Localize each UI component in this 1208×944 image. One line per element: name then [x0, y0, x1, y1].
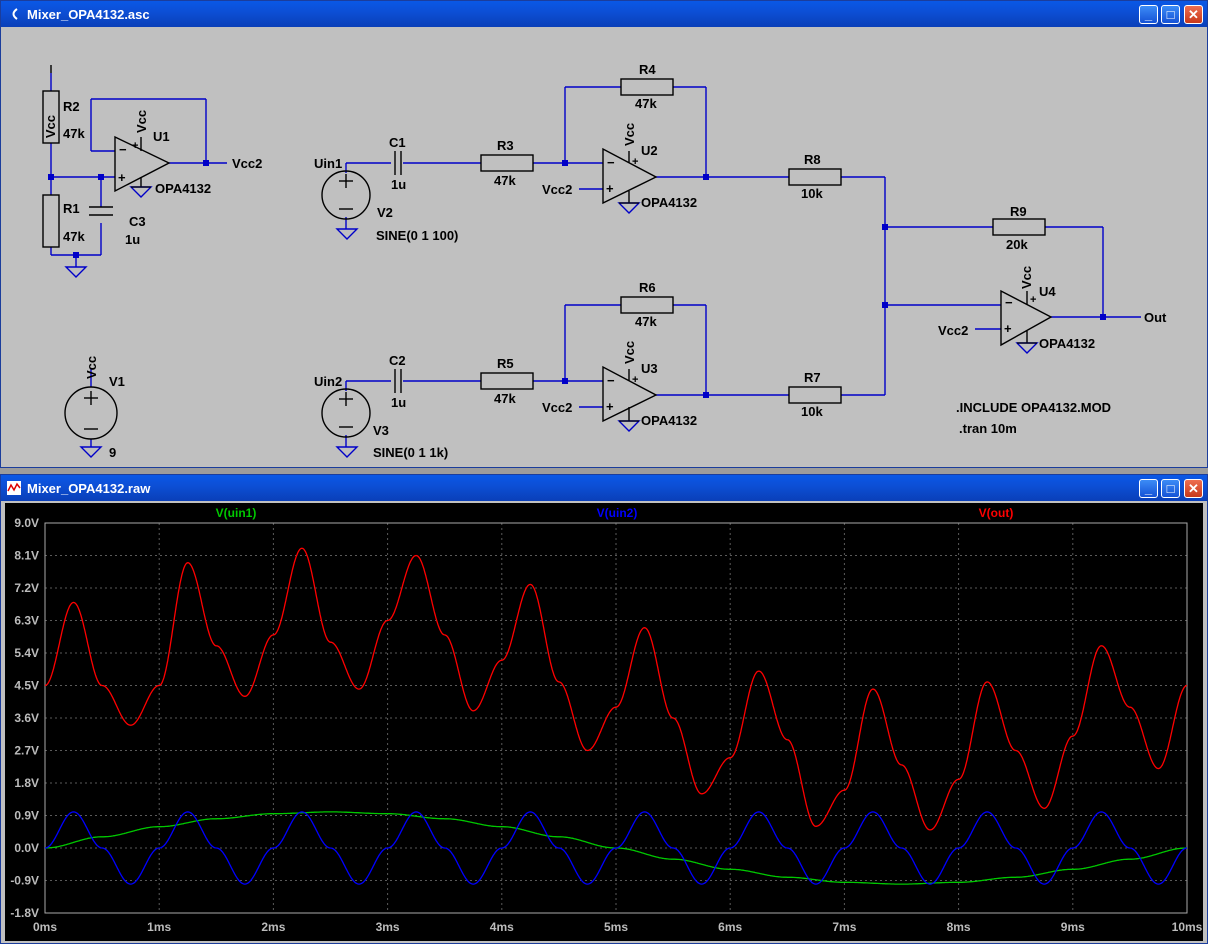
u3-vcc-label: Vcc — [622, 341, 637, 364]
y-tick-label: 1.8V — [14, 776, 39, 790]
v3-value: SINE(0 1 1k) — [373, 445, 448, 460]
u2-model-label: OPA4132 — [641, 195, 697, 210]
v1-label: V1 — [109, 374, 125, 389]
c3-label: C3 — [129, 214, 146, 229]
v1-vcc-label: Vcc — [84, 356, 99, 379]
legend-label-v-uin2-[interactable]: V(uin2) — [597, 506, 638, 520]
r4-value: 47k — [635, 96, 657, 111]
c2-label: C2 — [389, 353, 406, 368]
x-tick-label: 9ms — [1061, 920, 1085, 934]
r6-label: R6 — [639, 280, 656, 295]
v1-value: 9 — [109, 445, 116, 460]
x-tick-label: 5ms — [604, 920, 628, 934]
u1-vcc-label: Vcc — [134, 110, 149, 133]
y-tick-label: 2.7V — [14, 744, 39, 758]
x-tick-label: 7ms — [832, 920, 856, 934]
svg-text:+: + — [632, 156, 638, 168]
u3-label: U3 — [641, 361, 658, 376]
legend-label-v-uin1-[interactable]: V(uin1) — [216, 506, 257, 520]
x-tick-label: 10ms — [1172, 920, 1203, 934]
u4-vcc-label: Vcc — [1019, 266, 1034, 289]
svg-text:−: − — [119, 142, 127, 157]
r9-label: R9 — [1010, 204, 1027, 219]
y-tick-label: 6.3V — [14, 614, 39, 628]
r4-label: R4 — [639, 62, 656, 77]
r2-value: 47k — [63, 126, 85, 141]
r7-label: R7 — [804, 370, 821, 385]
y-tick-label: 8.1V — [14, 549, 39, 563]
x-tick-label: 4ms — [490, 920, 514, 934]
y-tick-label: 0.0V — [14, 841, 39, 855]
x-tick-label: 1ms — [147, 920, 171, 934]
y-tick-label: 3.6V — [14, 711, 39, 725]
uin1-net-label: Uin1 — [314, 156, 342, 171]
svg-text:+: + — [606, 181, 614, 196]
u4-model-label: OPA4132 — [1039, 336, 1095, 351]
y-tick-label: 4.5V — [14, 679, 39, 693]
r5-label: R5 — [497, 356, 514, 371]
u4-label: U4 — [1039, 284, 1056, 299]
y-tick-label: 0.9V — [14, 809, 39, 823]
svg-text:+: + — [1030, 294, 1036, 306]
y-tick-label: -1.8V — [10, 906, 39, 920]
r1-label: R1 — [63, 201, 80, 216]
r3-value: 47k — [494, 173, 516, 188]
svg-text:+: + — [1004, 321, 1012, 336]
r1-value: 47k — [63, 229, 85, 244]
svg-text:+: + — [632, 374, 638, 386]
r8-label: R8 — [804, 152, 821, 167]
r8-value: 10k — [801, 186, 823, 201]
v2-value: SINE(0 1 100) — [376, 228, 458, 243]
vcc2-net-label: Vcc2 — [232, 156, 262, 171]
legend-label-v-out-[interactable]: V(out) — [979, 506, 1014, 520]
r2-label: R2 — [63, 99, 80, 114]
svg-text:+: + — [118, 170, 126, 185]
u1-label: U1 — [153, 129, 170, 144]
r9-value: 20k — [1006, 237, 1028, 252]
uin2-net-label: Uin2 — [314, 374, 342, 389]
x-tick-label: 3ms — [376, 920, 400, 934]
u2-vcc-label: Vcc — [622, 123, 637, 146]
y-tick-label: -0.9V — [10, 874, 39, 888]
u1-model-label: OPA4132 — [155, 181, 211, 196]
r3-label: R3 — [497, 138, 514, 153]
c1-label: C1 — [389, 135, 406, 150]
r5-value: 47k — [494, 391, 516, 406]
v3-label: V3 — [373, 423, 389, 438]
svg-text:−: − — [607, 373, 615, 388]
x-tick-label: 2ms — [261, 920, 285, 934]
svg-text:+: + — [132, 140, 138, 152]
svg-text:−: − — [607, 155, 615, 170]
out-net-label: Out — [1144, 310, 1167, 325]
y-tick-label: 5.4V — [14, 646, 39, 660]
u3-model-label: OPA4132 — [641, 413, 697, 428]
c2-value: 1u — [391, 395, 406, 410]
c3-value: 1u — [125, 232, 140, 247]
c1-value: 1u — [391, 177, 406, 192]
spice-directive-include[interactable]: .INCLUDE OPA4132.MOD — [956, 400, 1111, 415]
u2-vcc2-label: Vcc2 — [542, 182, 572, 197]
u4-vcc2-label: Vcc2 — [938, 323, 968, 338]
x-tick-label: 0ms — [33, 920, 57, 934]
x-tick-label: 8ms — [947, 920, 971, 934]
x-tick-label: 6ms — [718, 920, 742, 934]
y-tick-label: 9.0V — [14, 516, 39, 530]
y-tick-label: 7.2V — [14, 581, 39, 595]
r7-value: 10k — [801, 404, 823, 419]
v2-label: V2 — [377, 205, 393, 220]
waveform-window[interactable]: Mixer_OPA4132.raw _ □ ✕ 9.0V 8.1V 7.2V 6.3V… — [0, 474, 1208, 944]
svg-text:+: + — [606, 399, 614, 414]
spice-directive-tran[interactable]: .tran 10m — [959, 421, 1017, 436]
u1-bias-vcc-label: Vcc — [43, 115, 58, 138]
waveform-plot[interactable]: 9.0V 8.1V 7.2V 6.3V 5.4V 4.5V 3.6V 2.7V 1.8V 0.9V… — [1, 475, 1207, 943]
u2-label: U2 — [641, 143, 658, 158]
u3-vcc2-label: Vcc2 — [542, 400, 572, 415]
svg-text:−: − — [1005, 295, 1013, 310]
schematic-window[interactable]: Mixer_OPA4132.asc _ □ ✕ − + − + − + − + … — [0, 0, 1208, 468]
r6-value: 47k — [635, 314, 657, 329]
schematic-canvas[interactable]: −+ −+ −+ −+ + + + + Vcc R2 47k R1 47k C3… — [1, 1, 1207, 467]
